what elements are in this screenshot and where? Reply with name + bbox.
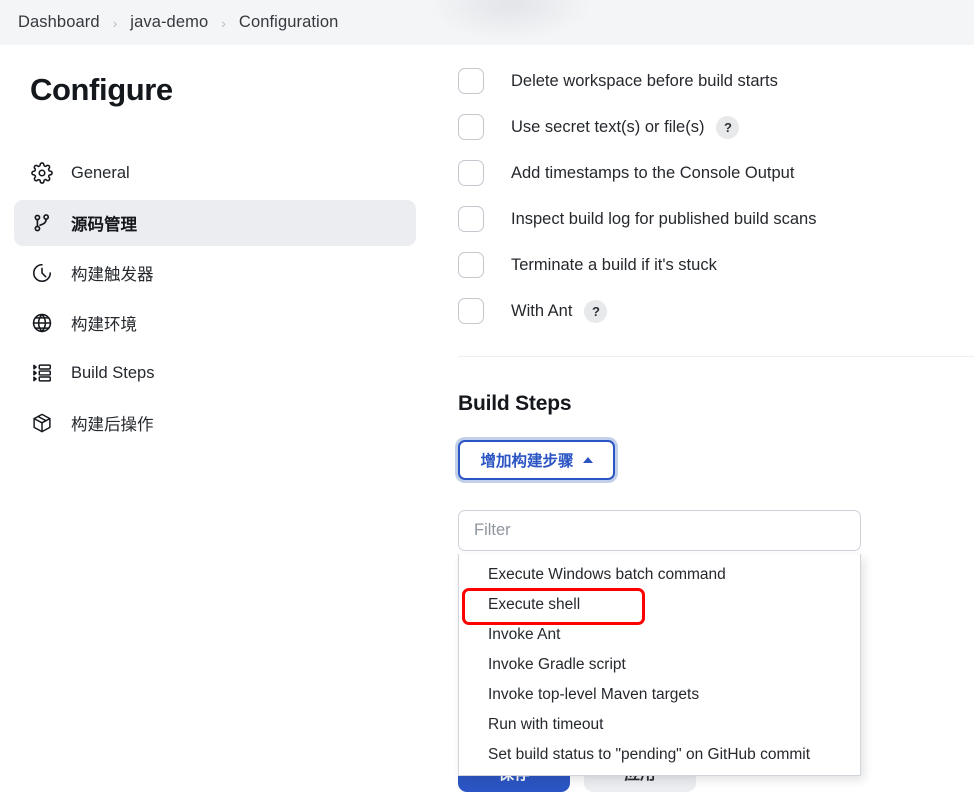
checkbox-use-secret-text[interactable] [458,114,484,140]
menu-item-execute-shell[interactable]: Execute shell [459,588,860,625]
gear-icon [30,161,54,185]
sidebar-item-post-build-actions[interactable]: 构建后操作 [14,400,416,446]
sidebar-item-label: 构建后操作 [71,416,154,434]
clock-icon [30,261,54,285]
add-build-step-button[interactable]: 增加构建步骤 [458,440,615,480]
list-steps-icon [30,361,54,385]
breadcrumb-item-dashboard[interactable]: Dashboard [18,13,100,32]
sidebar-item-source-code-management[interactable]: 源码管理 [14,200,416,246]
checkbox-label: Terminate a build if it's stuck [511,255,717,274]
checkbox-label: With Ant [511,301,573,320]
configure-sidebar: Configure General 源码管理 构建触发器 构建环境 Build … [0,45,440,789]
git-branch-icon [30,211,54,235]
menu-item-invoke-gradle-script[interactable]: Invoke Gradle script [459,650,860,680]
checkbox-label: Inspect build log for published build sc… [511,209,817,228]
sidebar-item-label: 构建触发器 [71,266,154,284]
sidebar-item-label: 源码管理 [71,216,137,234]
checkbox-row: With Ant ? [458,288,974,334]
sidebar-nav: General 源码管理 构建触发器 构建环境 Build Steps 构建后操… [14,150,418,446]
breadcrumb-separator-icon: › [221,14,226,31]
sidebar-item-label: Build Steps [71,363,155,382]
sidebar-item-label: General [71,163,130,182]
checkbox-inspect-build-log[interactable] [458,206,484,232]
package-icon [30,411,54,435]
menu-item-invoke-maven-targets[interactable]: Invoke top-level Maven targets [459,680,860,710]
checkbox-add-timestamps[interactable] [458,160,484,186]
sidebar-item-label: 构建环境 [71,316,137,334]
build-steps-heading: Build Steps [458,392,572,415]
menu-item-set-build-status-github[interactable]: Set build status to "pending" on GitHub … [459,740,860,770]
breadcrumb-item-job[interactable]: java-demo [130,13,208,32]
checkbox-label: Delete workspace before build starts [511,71,778,90]
checkbox-with-ant[interactable] [458,298,484,324]
checkbox-row: Use secret text(s) or file(s) ? [458,104,974,150]
add-build-step-wrapper: 增加构建步骤 [458,440,615,480]
checkbox-label: Add timestamps to the Console Output [511,163,795,182]
menu-item-execute-windows-batch[interactable]: Execute Windows batch command [459,560,860,590]
checkbox-row: Terminate a build if it's stuck [458,242,974,288]
checkbox-row: Add timestamps to the Console Output [458,150,974,196]
add-build-step-label: 增加构建步骤 [480,453,574,470]
checkbox-row: Inspect build log for published build sc… [458,196,974,242]
checkbox-terminate-build[interactable] [458,252,484,278]
sidebar-item-build-triggers[interactable]: 构建触发器 [14,250,416,296]
help-icon[interactable]: ? [716,115,740,139]
checkbox-delete-workspace[interactable] [458,68,484,94]
globe-icon [30,311,54,335]
menu-item-run-with-timeout[interactable]: Run with timeout [459,710,860,740]
breadcrumb: Dashboard › java-demo › Configuration [0,0,974,45]
sidebar-item-build-steps[interactable]: Build Steps [14,350,416,396]
sidebar-item-build-environment[interactable]: 构建环境 [14,300,416,346]
filter-input[interactable] [458,510,861,551]
menu-item-invoke-ant[interactable]: Invoke Ant [459,620,860,650]
sidebar-item-general[interactable]: General [14,150,416,196]
breadcrumb-separator-icon: › [112,14,118,31]
breadcrumb-item-configuration[interactable]: Configuration [239,13,338,32]
page-title: Configure [30,72,173,107]
section-divider [458,356,974,357]
help-icon[interactable]: ? [584,299,608,323]
caret-up-icon [582,457,593,463]
checkbox-row: Delete workspace before build starts [458,58,974,104]
build-step-dropdown-menu: Execute Windows batch command Execute sh… [458,554,861,776]
checkbox-label: Use secret text(s) or file(s) [511,117,705,136]
